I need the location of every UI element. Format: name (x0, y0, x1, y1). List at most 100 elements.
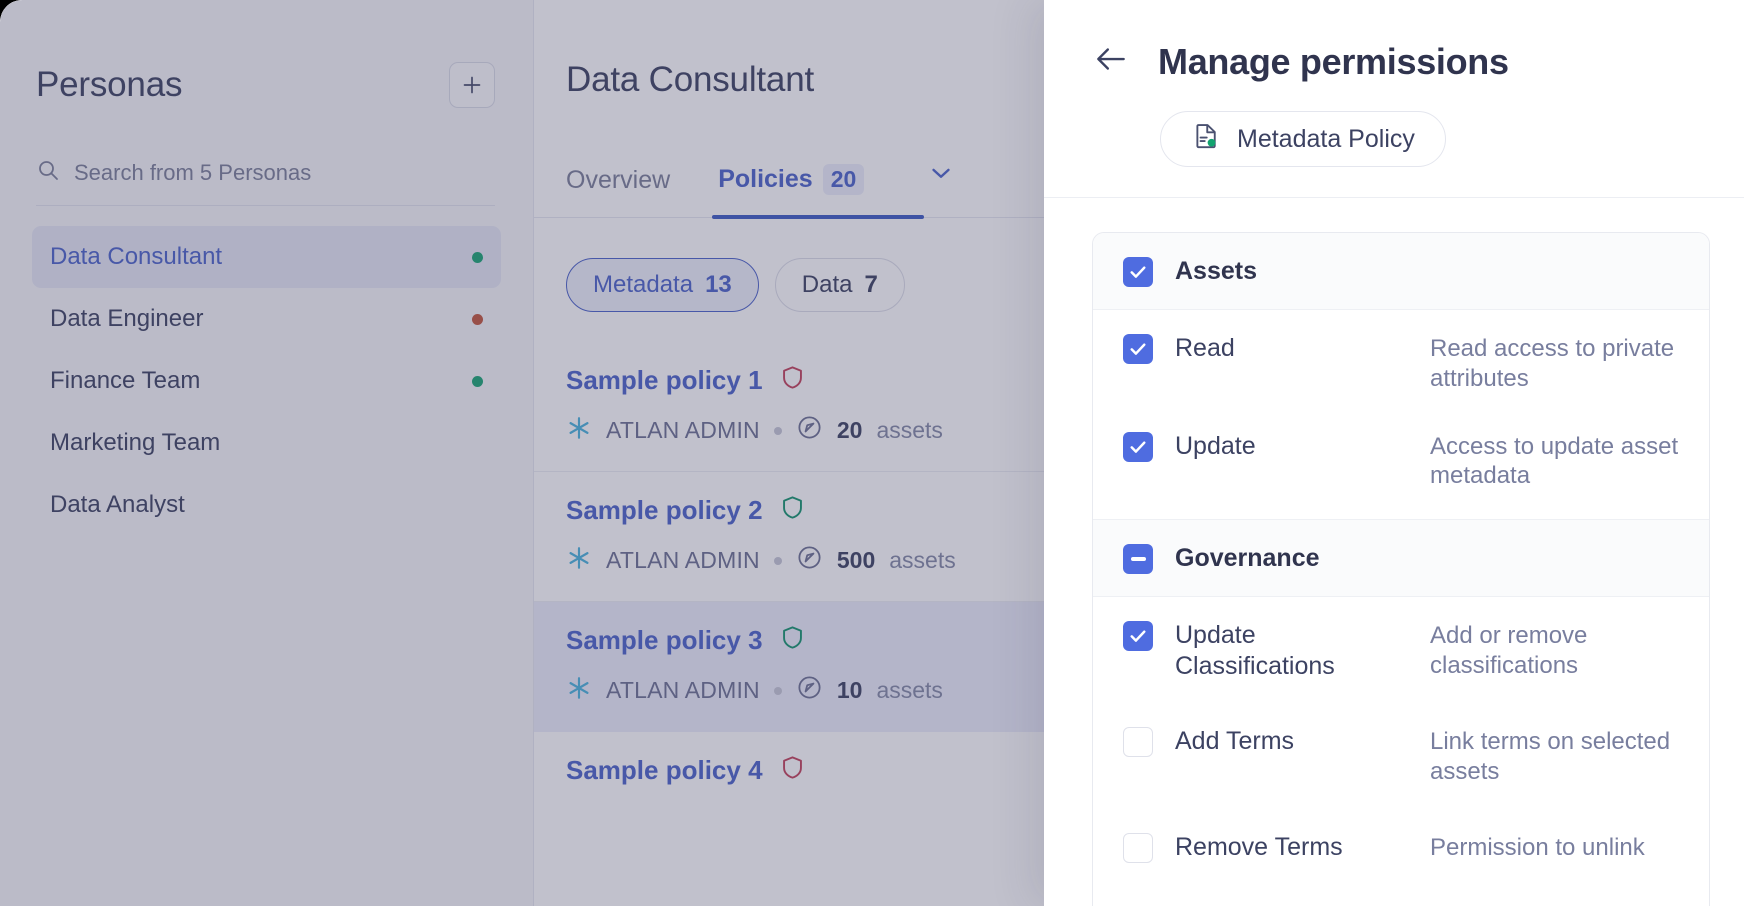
remove-terms-checkbox[interactable] (1123, 832, 1153, 863)
policy-asset-label: assets (889, 547, 956, 573)
update-classifications-checkbox[interactable] (1123, 621, 1153, 651)
read-checkbox[interactable] (1123, 334, 1153, 364)
drawer-header: Manage permissions Metadata Policy (1044, 0, 1744, 198)
drawer-title: Manage permissions (1158, 40, 1509, 82)
policy-asset-label: assets (876, 417, 943, 443)
policy-list-item[interactable]: Sample policy 1 ATLAN ADMIN 20 assets (534, 342, 1044, 472)
permission-left: Read (1123, 332, 1408, 364)
chevron-down-icon[interactable] (926, 158, 956, 217)
permission-group-header-governance[interactable]: Governance (1093, 519, 1709, 597)
status-badge: Metadata Policy (1160, 111, 1446, 167)
arrow-left-icon[interactable] (1092, 40, 1130, 83)
compass-icon (796, 414, 823, 447)
document-policy-icon (1191, 121, 1221, 158)
detail-tabs: Overview Policies 20 (534, 100, 1044, 219)
governance-group-checkbox[interactable] (1123, 544, 1153, 574)
policy-owner: ATLAN ADMIN (606, 417, 760, 443)
policy-list-item[interactable]: Sample policy 3 ATLAN ADMIN 10 assets (534, 602, 1044, 732)
permission-description: Permission to unlink (1430, 833, 1645, 861)
permission-description: Read access to private attributes (1430, 335, 1675, 392)
policy-meta: ATLAN ADMIN 10 assets (566, 674, 1012, 707)
policy-name: Sample policy 4 (566, 754, 763, 785)
shield-icon (779, 624, 806, 656)
compass-icon (796, 674, 823, 707)
permission-row-remove-terms[interactable]: Remove Terms Permission to unlink (1093, 801, 1709, 877)
compass-icon (796, 544, 823, 577)
permission-row-add-terms[interactable]: Add Terms Link terms on selected assets (1093, 695, 1709, 801)
group-title: Assets (1175, 256, 1257, 285)
tab-overview[interactable]: Overview (566, 166, 670, 217)
policy-name-line: Sample policy 1 (566, 364, 1012, 396)
permission-group-header-assets[interactable]: Assets (1093, 233, 1709, 310)
separator-dot (773, 556, 782, 565)
plus-icon (460, 73, 484, 97)
shield-icon (779, 754, 806, 786)
permissions-card: Assets Read Read access to private attri… (1092, 232, 1710, 906)
snowflake-icon (566, 545, 592, 577)
policy-meta: ATLAN ADMIN 20 assets (566, 414, 1012, 447)
filter-metadata[interactable]: Metadata 13 (566, 258, 759, 312)
separator-dot (773, 686, 782, 695)
add-persona-button[interactable] (449, 62, 495, 108)
policy-list-item[interactable]: Sample policy 4 (534, 732, 1044, 810)
app-window: Personas Search from 5 Personas Data Con… (0, 0, 1744, 906)
permission-label: Remove Terms (1175, 832, 1343, 861)
filter-count: 13 (705, 271, 732, 298)
permission-label: Add Terms (1175, 727, 1295, 755)
search-input[interactable]: Search from 5 Personas (36, 158, 495, 206)
permission-label: Update (1175, 431, 1256, 460)
personas-title: Personas (36, 65, 183, 104)
status-dot (472, 313, 483, 325)
permission-description: Access to update asset metadata (1430, 432, 1679, 490)
sidebar-item-marketing-team[interactable]: Marketing Team (32, 412, 501, 474)
tab-policies[interactable]: Policies 20 (718, 164, 865, 217)
persona-label: Data Engineer (50, 305, 204, 332)
permission-left: Update (1123, 430, 1408, 462)
persona-label: Data Analyst (50, 491, 185, 518)
snowflake-icon (566, 415, 592, 447)
permission-left: Update Classifications (1123, 619, 1408, 681)
permission-row-read[interactable]: Read Read access to private attributes (1093, 310, 1709, 408)
group-title: Governance (1175, 543, 1320, 572)
persona-detail-panel: Data Consultant Overview Policies 20 Met… (533, 0, 1044, 906)
permission-row-update-classifications[interactable]: Update Classifications Add or remove cla… (1093, 597, 1709, 695)
shield-icon (779, 364, 806, 396)
drawer-title-row: Manage permissions (1044, 40, 1744, 83)
indeterminate-dash-icon (1130, 557, 1146, 561)
permission-left: Add Terms (1123, 725, 1408, 757)
assets-group-checkbox[interactable] (1123, 257, 1153, 287)
policy-name: Sample policy 3 (566, 624, 763, 655)
persona-label: Marketing Team (50, 429, 221, 456)
policy-name-line: Sample policy 3 (566, 624, 1012, 656)
policy-asset-count: 10 (836, 677, 863, 703)
sidebar-item-data-analyst[interactable]: Data Analyst (32, 474, 501, 536)
policy-asset-count: 20 (836, 417, 863, 443)
policy-list-item[interactable]: Sample policy 2 ATLAN ADMIN 500 assets (534, 472, 1044, 602)
sidebar-item-finance-team[interactable]: Finance Team (32, 350, 501, 412)
permission-label: Read (1175, 334, 1235, 362)
persona-label: Finance Team (50, 367, 201, 394)
status-dot (472, 251, 483, 263)
filter-data[interactable]: Data 7 (774, 258, 905, 312)
personas-sidebar-header: Personas (0, 0, 533, 108)
sidebar-item-data-consultant[interactable]: Data Consultant (32, 226, 501, 288)
policy-asset-label: assets (876, 677, 943, 703)
update-checkbox[interactable] (1123, 431, 1153, 462)
add-terms-checkbox[interactable] (1123, 727, 1153, 757)
permission-label: Update Classifications (1175, 621, 1335, 680)
personas-sidebar: Personas Search from 5 Personas Data Con… (0, 0, 533, 906)
separator-dot (773, 426, 782, 435)
policy-type-filters: Metadata 13 Data 7 (534, 218, 1044, 312)
filter-label: Metadata (593, 271, 694, 298)
tab-label: Policies (718, 165, 813, 193)
policy-owner: ATLAN ADMIN (606, 677, 760, 703)
persona-label: Data Consultant (50, 243, 223, 270)
active-tab-underline (712, 215, 924, 219)
filter-count: 7 (864, 271, 878, 298)
permission-row-update[interactable]: Update Access to update asset metadata (1093, 408, 1709, 520)
policy-asset-count: 500 (836, 547, 876, 573)
policy-name: Sample policy 1 (566, 364, 763, 395)
snowflake-icon (566, 675, 592, 707)
sidebar-item-data-engineer[interactable]: Data Engineer (32, 288, 501, 350)
dimmed-background-panels: Personas Search from 5 Personas Data Con… (0, 0, 1044, 906)
